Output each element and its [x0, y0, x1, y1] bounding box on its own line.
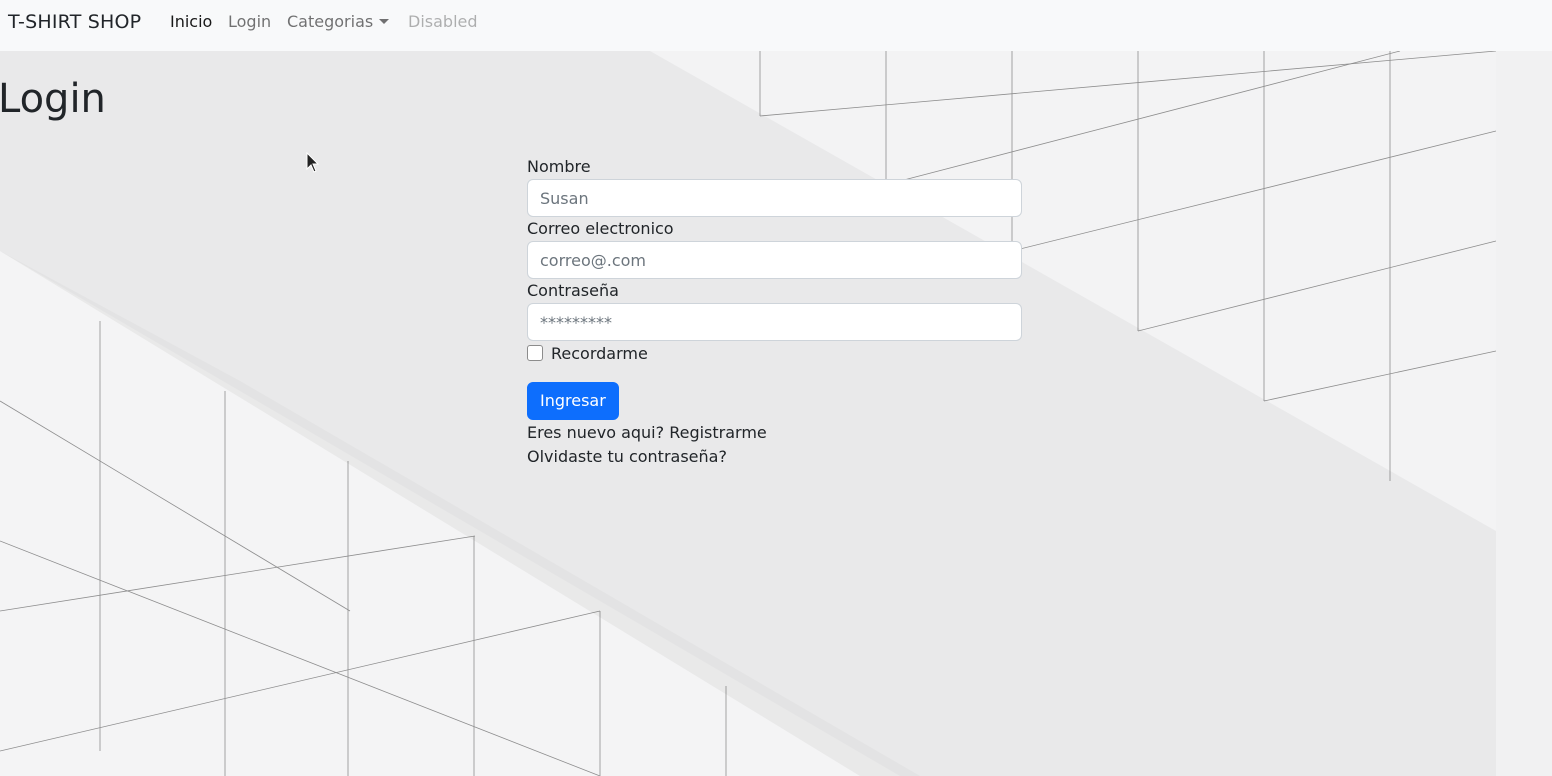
remember-checkbox[interactable]: [527, 345, 543, 361]
password-label: Contraseña: [527, 281, 619, 300]
email-label: Correo electronico: [527, 219, 674, 238]
nav-link-inicio[interactable]: Inicio: [170, 12, 212, 31]
mouse-cursor-icon: [306, 152, 320, 173]
nav-link-login[interactable]: Login: [228, 12, 271, 31]
brand-logo-link[interactable]: T-SHIRT SHOP: [8, 11, 141, 33]
top-navbar: T-SHIRT SHOP Inicio Login Categorias Dis…: [0, 0, 1552, 51]
password-input[interactable]: [527, 303, 1022, 341]
register-prompt: Eres nuevo aqui?: [527, 423, 665, 442]
background-edge: [1496, 51, 1552, 776]
login-submit-button[interactable]: Ingresar: [527, 382, 619, 420]
login-form: Nombre Correo electronico Contraseña Rec…: [527, 155, 1022, 469]
page-title: Login: [0, 76, 106, 122]
register-link[interactable]: Registrarme: [669, 423, 767, 442]
nav-dropdown-label: Categorias: [287, 12, 374, 31]
name-label: Nombre: [527, 157, 591, 176]
remember-label[interactable]: Recordarme: [551, 344, 648, 363]
register-line: Eres nuevo aqui? Registrarme: [527, 421, 1022, 445]
email-input[interactable]: [527, 241, 1022, 279]
name-input[interactable]: [527, 179, 1022, 217]
forgot-line: Olvidaste tu contraseña?: [527, 445, 1022, 469]
nav-dropdown-categorias[interactable]: Categorias: [287, 12, 390, 31]
remember-row: Recordarme: [527, 341, 1022, 365]
forgot-password-link[interactable]: Olvidaste tu contraseña?: [527, 447, 727, 466]
nav-link-disabled: Disabled: [408, 12, 478, 31]
caret-down-icon: [379, 19, 390, 24]
